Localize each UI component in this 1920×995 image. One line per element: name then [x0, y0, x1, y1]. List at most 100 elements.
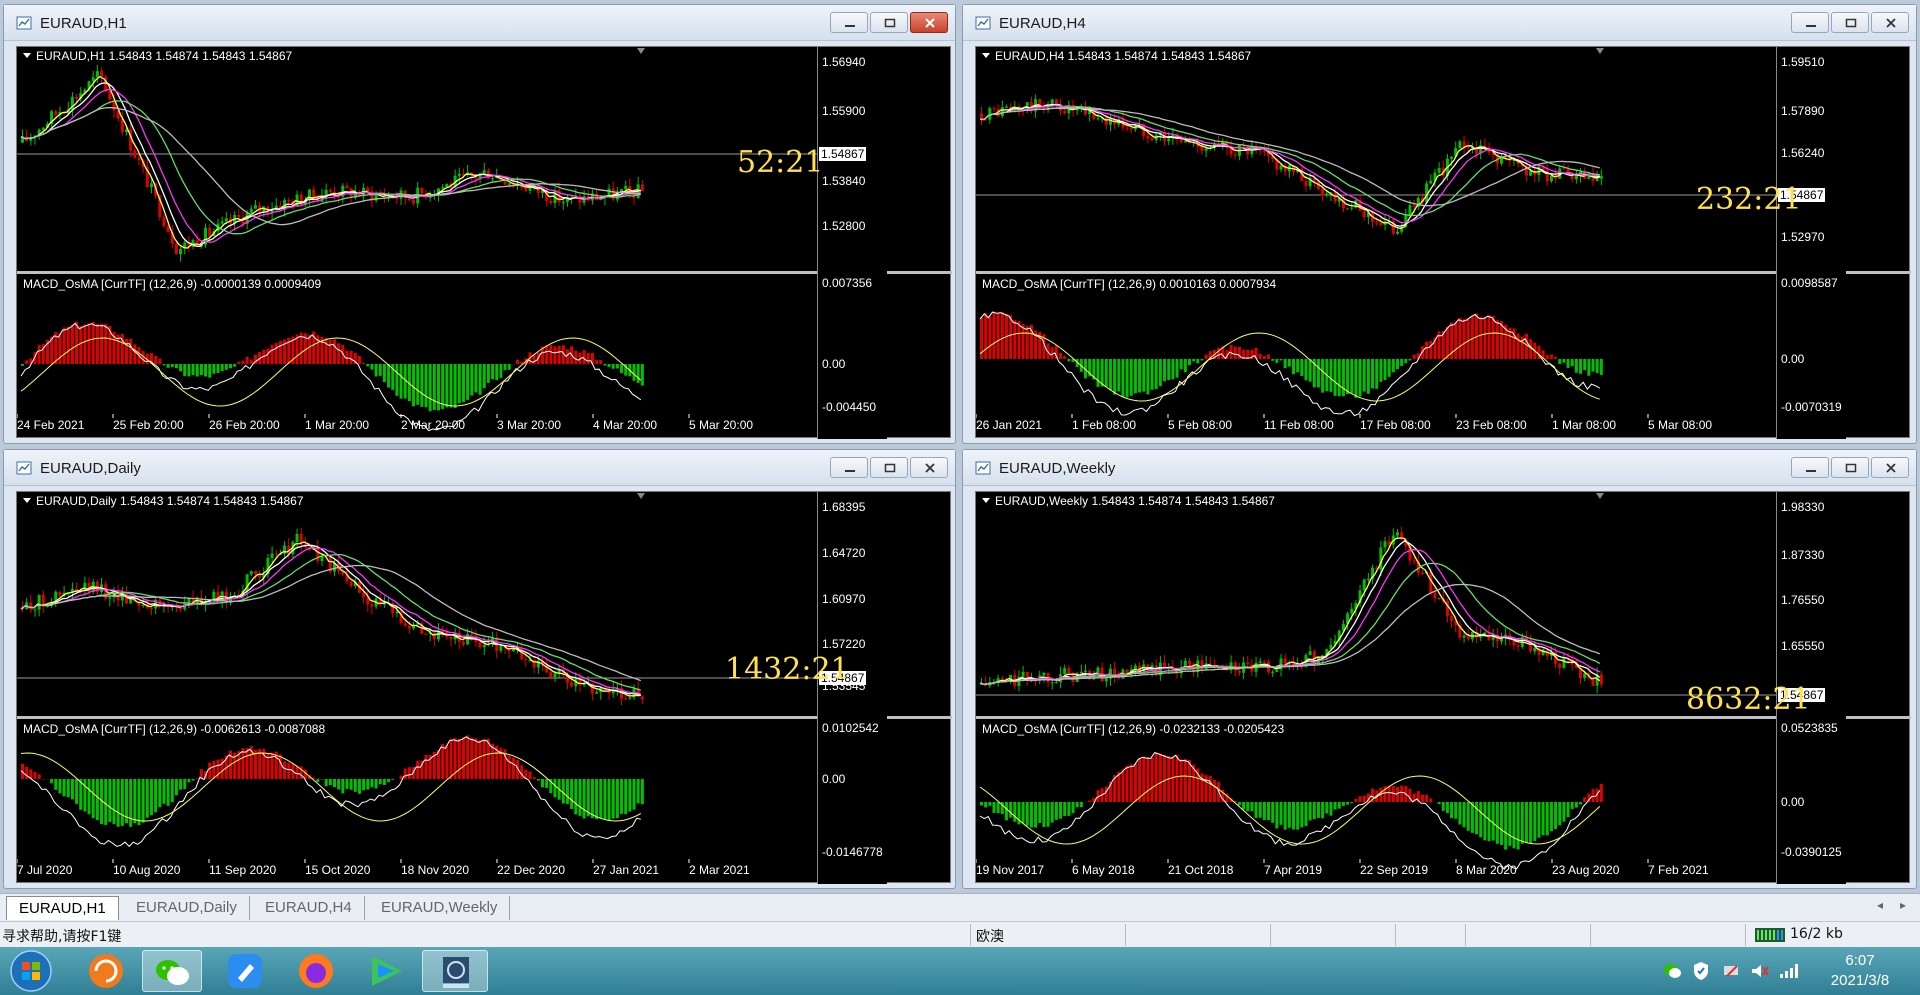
- macd-histogram-bar: [1487, 315, 1491, 359]
- window-titlebar[interactable]: EURAUD,H1: [4, 5, 955, 41]
- candle-body: [133, 150, 137, 158]
- chart-menu-triangle-icon[interactable]: [982, 53, 990, 58]
- panel-separator[interactable]: [976, 271, 1911, 274]
- price-chart: [976, 48, 1776, 418]
- chart-plot-area[interactable]: 1.56940 1.55900 1.53840 1.52800 1.54867 0.007…: [16, 46, 952, 439]
- chart-plot-area[interactable]: 1.98330 1.87330 1.76550 1.65550 1.54867 0.052…: [975, 491, 1911, 884]
- chart-plot-area[interactable]: 1.68395 1.64720 1.60970 1.57220 1.53545 1.548…: [16, 491, 952, 884]
- macd-histogram-bar: [308, 334, 312, 364]
- maximize-button[interactable]: [1831, 12, 1869, 33]
- tab-scroll-right-icon[interactable]: ▸: [1900, 898, 1906, 912]
- macd-histogram-bar: [1562, 802, 1566, 822]
- candle-body: [553, 673, 557, 678]
- candle-body: [1279, 165, 1283, 170]
- tray-shield-icon[interactable]: [1692, 961, 1710, 981]
- candle-body: [407, 198, 411, 201]
- chart-window-daily[interactable]: EURAUD,Daily 1.68395 1.64720 1.60970 1.5722…: [3, 449, 956, 889]
- taskbar-app-blue[interactable]: [216, 950, 276, 992]
- macd-histogram-bar: [25, 766, 29, 779]
- macd-histogram-bar: [1275, 802, 1279, 829]
- chart-window-weekly[interactable]: EURAUD,Weekly 1.98330 1.87330 1.76550 1.655…: [962, 449, 1917, 889]
- macd-histogram-bar: [1599, 784, 1603, 802]
- tray-wechat-icon[interactable]: [1662, 962, 1682, 980]
- tray-volume-icon[interactable]: [1750, 962, 1770, 980]
- macd-histogram-bar: [1009, 802, 1013, 818]
- price-axis[interactable]: 1.68395 1.64720 1.60970 1.57220 1.53545 1.548…: [817, 492, 887, 884]
- minimize-button[interactable]: [1791, 12, 1829, 33]
- close-button[interactable]: [1871, 12, 1909, 33]
- taskbar-app-firefox[interactable]: [286, 950, 346, 992]
- bar-countdown-timer: 8632:21: [1686, 682, 1811, 717]
- panel-separator[interactable]: [17, 271, 952, 274]
- candle-body: [1412, 560, 1416, 562]
- macd-histogram-bar: [1150, 757, 1154, 802]
- app-blue-icon: [228, 954, 262, 988]
- macd-histogram-bar: [62, 327, 66, 364]
- taskbar-app-mt4[interactable]: [422, 950, 488, 992]
- macd-histogram-bar: [1350, 359, 1354, 394]
- clock-date[interactable]: 2021/3/8: [1815, 972, 1905, 989]
- panel-separator[interactable]: [17, 716, 952, 719]
- tray-signal-icon[interactable]: [1778, 962, 1798, 980]
- candle-body: [461, 641, 465, 645]
- candle-body: [1533, 648, 1537, 652]
- tray-network-icon[interactable]: [1722, 962, 1742, 980]
- window-titlebar[interactable]: EURAUD,Weekly: [963, 450, 1916, 486]
- tab-scroll-left-icon[interactable]: ◂: [1877, 898, 1883, 912]
- price-axis[interactable]: 1.56940 1.55900 1.53840 1.52800 1.54867 0.007…: [817, 47, 887, 439]
- candle-body: [1096, 118, 1100, 120]
- maximize-button[interactable]: [1831, 457, 1869, 478]
- macd-histogram-bar: [278, 341, 282, 364]
- macd-histogram-bar: [1545, 802, 1549, 836]
- minimize-button[interactable]: [1791, 457, 1829, 478]
- window-titlebar[interactable]: EURAUD,H4: [963, 5, 1916, 41]
- candle-body: [1599, 674, 1603, 685]
- minimize-icon: [1806, 470, 1816, 472]
- macd-histogram-bar: [149, 779, 153, 816]
- chart-plot-area[interactable]: 1.595101.578901.562401.545901.529701.548…: [975, 46, 1911, 439]
- close-button[interactable]: [910, 12, 948, 33]
- chart-menu-triangle-icon[interactable]: [23, 53, 31, 58]
- macd-histogram-bar: [278, 754, 282, 779]
- candle-body: [549, 200, 553, 204]
- taskbar-app-orange[interactable]: [76, 950, 136, 992]
- maximize-button[interactable]: [870, 12, 908, 33]
- macd-histogram-bar: [516, 359, 520, 364]
- minimize-button[interactable]: [830, 457, 868, 478]
- chart-menu-triangle-icon[interactable]: [23, 498, 31, 503]
- macd-histogram-bar: [37, 345, 41, 364]
- price-axis-label: 1.52970: [1781, 230, 1825, 244]
- candle-body: [1429, 180, 1433, 184]
- maximize-button[interactable]: [870, 457, 908, 478]
- close-button[interactable]: [1871, 457, 1909, 478]
- candle-body: [1104, 117, 1108, 125]
- minimize-button[interactable]: [830, 12, 868, 33]
- tab-euraud-weekly[interactable]: EURAUD,Weekly: [369, 896, 511, 920]
- macd-histogram-bar: [620, 364, 624, 374]
- macd-histogram-bar: [1242, 802, 1246, 810]
- chart-menu-triangle-icon[interactable]: [982, 498, 990, 503]
- macd-histogram-bar: [337, 779, 341, 790]
- taskbar-app-wechat[interactable]: [142, 950, 202, 992]
- chart-window-h1[interactable]: EURAUD,H1 1.56940 1.55900 1.53840 1.52800 1.…: [3, 4, 956, 444]
- tab-euraud-h4[interactable]: EURAUD,H4: [253, 896, 365, 920]
- chart-window-h4[interactable]: EURAUD,H4 1.595101.578901.562401.545901.…: [962, 4, 1917, 444]
- macd-histogram-bar: [1466, 802, 1470, 831]
- close-button[interactable]: [910, 457, 948, 478]
- macd-histogram-bar: [145, 779, 149, 818]
- macd-histogram-bar: [1371, 359, 1375, 389]
- taskbar-app-player[interactable]: [356, 950, 416, 992]
- tab-euraud-h1[interactable]: EURAUD,H1: [6, 896, 119, 920]
- macd-info-line: MACD_OsMA [CurrTF] (12,26,9) 0.0010163 0…: [982, 277, 1277, 291]
- candle-body: [980, 113, 983, 120]
- macd-histogram-bar: [1150, 359, 1154, 390]
- price-axis[interactable]: 1.595101.578901.562401.545901.529701.548…: [1776, 47, 1846, 439]
- macd-histogram-bar: [241, 748, 245, 779]
- start-button[interactable]: [8, 949, 54, 993]
- clock-time[interactable]: 6:07: [1815, 952, 1905, 969]
- macd-histogram-bar: [486, 364, 490, 383]
- macd-histogram-bar: [120, 779, 124, 826]
- macd-histogram-bar: [1591, 359, 1595, 372]
- window-titlebar[interactable]: EURAUD,Daily: [4, 450, 955, 486]
- tab-euraud-daily[interactable]: EURAUD,Daily: [124, 896, 250, 920]
